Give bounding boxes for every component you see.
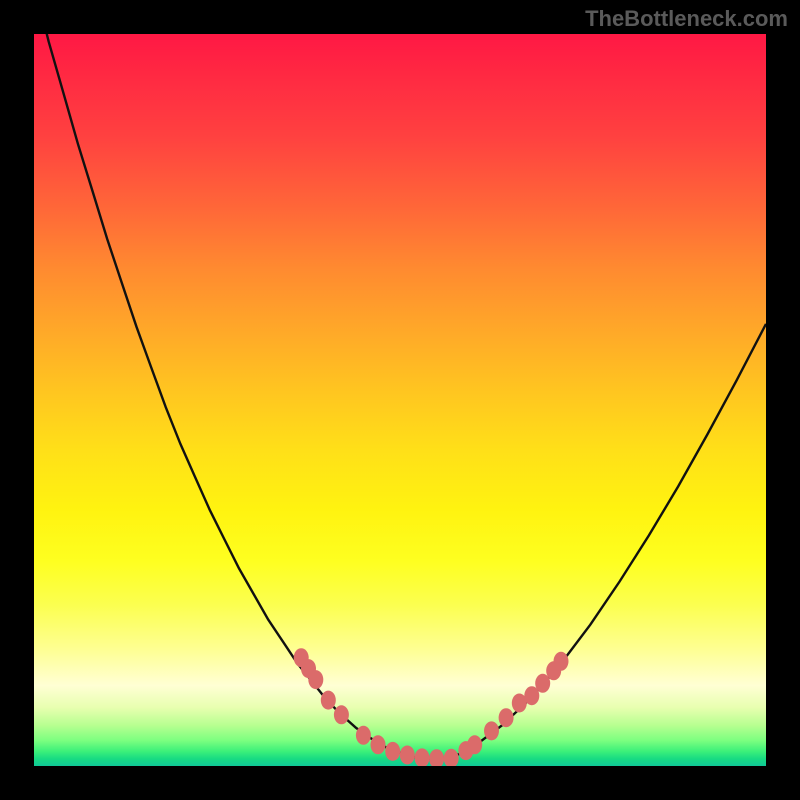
highlight-dot: [385, 742, 400, 761]
highlight-dot: [444, 749, 459, 766]
highlight-dot: [308, 670, 323, 689]
highlight-dot: [356, 726, 371, 745]
highlight-dot: [400, 746, 415, 765]
highlight-dot: [467, 735, 482, 754]
highlight-dot: [415, 748, 430, 766]
chart-plot-area: [34, 34, 766, 766]
highlight-dot: [484, 721, 499, 740]
highlight-dot: [321, 691, 336, 710]
highlight-dot: [499, 708, 514, 727]
highlight-dot: [334, 705, 349, 724]
watermark-text: TheBottleneck.com: [585, 6, 788, 32]
highlight-dot: [554, 652, 569, 671]
bottleneck-curve: [34, 34, 766, 759]
highlight-dot: [429, 749, 444, 766]
highlight-dot: [371, 735, 386, 754]
bottleneck-curve-svg: [34, 34, 766, 766]
